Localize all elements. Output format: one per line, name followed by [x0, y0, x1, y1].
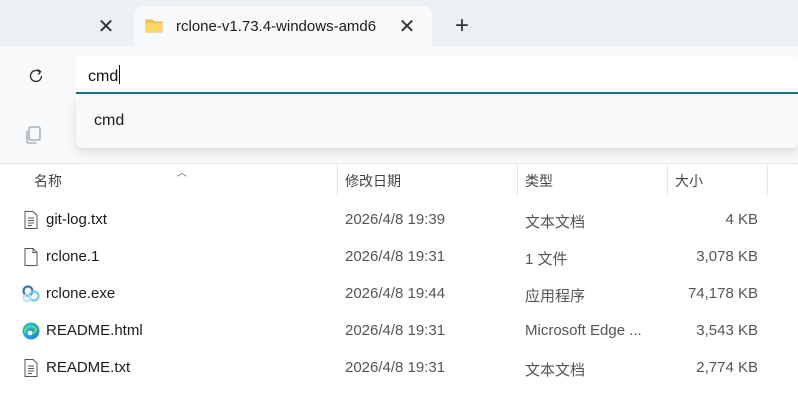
file-size: 3,543 KB — [696, 322, 758, 339]
refresh-icon[interactable] — [22, 62, 50, 90]
tab-bar: ✕ rclone-v1.73.4-windows-amd6 ✕ + — [0, 0, 798, 48]
file-date: 2026/4/8 19:39 — [345, 211, 446, 228]
column-date[interactable]: 修改日期 — [345, 164, 401, 198]
close-icon[interactable]: ✕ — [92, 12, 120, 40]
file-type: 文本文档 — [525, 362, 586, 379]
file-type: 1 文件 — [525, 251, 568, 268]
column-type[interactable]: 类型 — [525, 164, 553, 198]
file-row[interactable]: rclone.exe 2026/4/8 19:44 应用程序 74,178 KB — [0, 276, 798, 313]
file-row[interactable]: git-log.txt 2026/4/8 19:39 文本文档 4 KB — [0, 202, 798, 239]
file-date: 2026/4/8 19:31 — [345, 248, 446, 265]
column-name[interactable]: 名称 — [34, 164, 62, 198]
rclone-app-icon — [22, 285, 40, 303]
edge-icon — [22, 322, 40, 340]
column-divider[interactable] — [517, 164, 518, 196]
file-name: git-log.txt — [46, 211, 107, 228]
folder-icon — [145, 19, 163, 33]
text-file-icon — [24, 359, 38, 377]
address-input[interactable]: cmd — [76, 56, 798, 94]
file-date: 2026/4/8 19:44 — [345, 285, 446, 302]
file-date: 2026/4/8 19:31 — [345, 359, 446, 376]
file-type: Microsoft Edge ... — [525, 322, 642, 339]
column-size[interactable]: 大小 — [675, 164, 703, 198]
file-row[interactable]: README.txt 2026/4/8 19:31 文本文档 2,774 KB — [0, 350, 798, 387]
file-size: 74,178 KB — [687, 285, 758, 302]
text-file-icon — [24, 211, 38, 229]
blank-file-icon — [24, 248, 38, 266]
file-size: 3,078 KB — [696, 248, 758, 265]
copy-icon[interactable] — [22, 124, 46, 148]
text-caret — [119, 65, 121, 84]
close-icon[interactable]: ✕ — [394, 13, 420, 39]
plus-icon[interactable]: + — [448, 12, 476, 40]
file-size: 4 KB — [725, 211, 758, 228]
file-name: README.txt — [46, 359, 131, 376]
tab-title: rclone-v1.73.4-windows-amd6 — [176, 18, 377, 35]
file-name: rclone.exe — [46, 285, 116, 302]
file-row[interactable]: rclone.1 2026/4/8 19:31 1 文件 3,078 KB — [0, 239, 798, 276]
address-suggestions: cmd — [76, 96, 798, 148]
sort-up-icon: ︿ — [177, 168, 187, 179]
file-type: 应用程序 — [525, 288, 586, 305]
file-date: 2026/4/8 19:31 — [345, 322, 446, 339]
column-divider[interactable] — [667, 164, 668, 196]
column-header: ︿ 名称 修改日期 类型 大小 — [0, 164, 798, 198]
file-name: rclone.1 — [46, 248, 100, 265]
file-type: 文本文档 — [525, 214, 586, 231]
file-size: 2,774 KB — [696, 359, 758, 376]
suggestion-item[interactable]: cmd — [94, 112, 124, 130]
file-name: README.html — [46, 322, 143, 339]
tab-rclone-folder[interactable]: rclone-v1.73.4-windows-amd6 ✕ — [134, 6, 432, 48]
column-divider[interactable] — [337, 164, 338, 196]
column-divider[interactable] — [767, 164, 768, 196]
file-row[interactable]: README.html 2026/4/8 19:31 Microsoft Edg… — [0, 313, 798, 350]
address-value: cmd — [88, 68, 119, 85]
